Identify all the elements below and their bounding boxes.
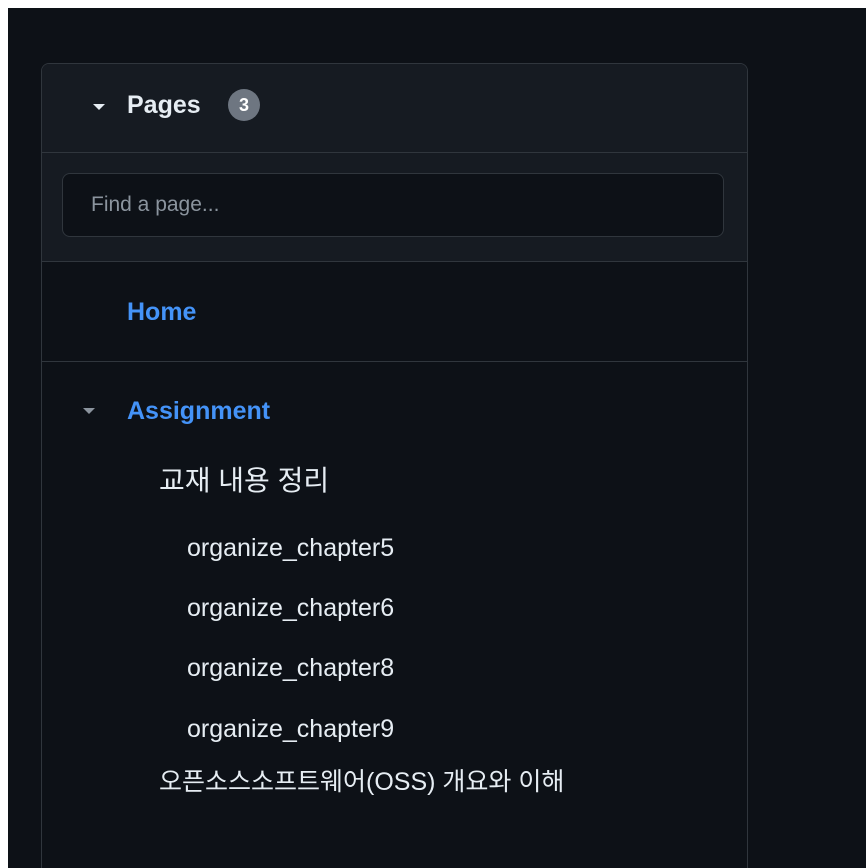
tree-item-oss-overview[interactable]: 오픈소스소프트웨어(OSS) 개요와 이해 (159, 764, 679, 800)
triangle-down-icon[interactable] (83, 408, 95, 414)
tree-item-chapter8[interactable]: organize_chapter8 (187, 651, 394, 685)
assignment-link[interactable]: Assignment (127, 394, 270, 428)
page-search-area (42, 153, 747, 262)
find-page-input[interactable] (62, 173, 724, 237)
pages-count-badge: 3 (228, 89, 260, 121)
tree-item-chapter9[interactable]: organize_chapter9 (187, 712, 394, 746)
home-row: Home (42, 262, 747, 362)
pages-header[interactable]: Pages 3 (42, 64, 747, 153)
pages-sidebar-panel: Pages 3 Home Assignment 교재 내용 정리 organiz… (41, 63, 748, 868)
tree-item-textbook-summary[interactable]: 교재 내용 정리 (159, 462, 329, 500)
pages-title: Pages (127, 91, 201, 119)
home-link[interactable]: Home (127, 295, 196, 329)
triangle-down-icon[interactable] (93, 104, 105, 110)
tree-item-chapter6[interactable]: organize_chapter6 (187, 591, 394, 625)
tree-item-chapter5[interactable]: organize_chapter5 (187, 531, 394, 565)
wiki-page-background: Pages 3 Home Assignment 교재 내용 정리 organiz… (8, 8, 866, 868)
